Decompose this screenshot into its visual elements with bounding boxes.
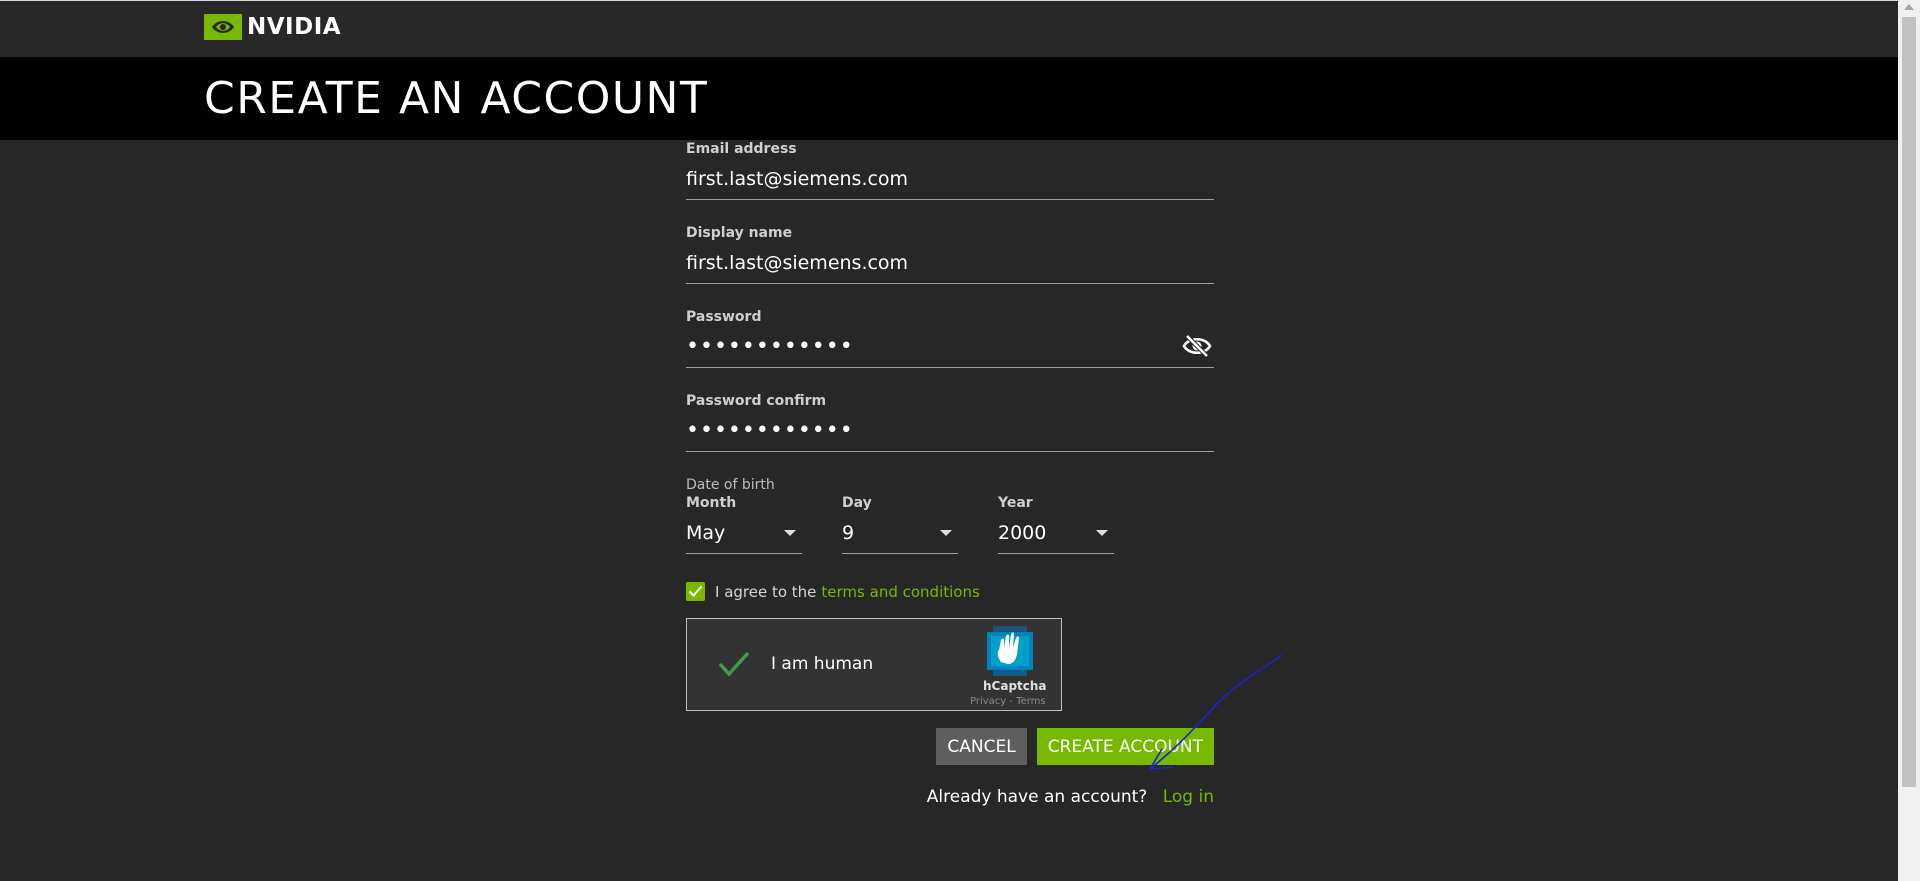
form-buttons: CANCEL CREATE ACCOUNT (686, 728, 1214, 765)
create-account-form: Email address first.last@siemens.com Dis… (686, 141, 1214, 807)
display-name-input[interactable]: first.last@siemens.com (686, 243, 1214, 284)
chevron-down-icon (784, 530, 796, 536)
top-bar: NVIDIA (0, 1, 1898, 57)
hcaptcha-privacy-terms[interactable]: Privacy - Terms (970, 696, 1046, 707)
terms-text: I agree to the (715, 582, 817, 601)
email-field: Email address first.last@siemens.com (686, 141, 1214, 200)
month-label: Month (686, 495, 737, 511)
vertical-scrollbar[interactable] (1898, 0, 1920, 881)
password-input[interactable]: •••••••••••• (686, 327, 1214, 368)
password-confirm-label: Password confirm (686, 393, 827, 409)
scrollbar-thumb[interactable] (1902, 17, 1916, 787)
dob-label: Date of birth (686, 477, 775, 493)
year-select[interactable]: 2000 (998, 513, 1114, 554)
password-confirm-input[interactable]: •••••••••••• (686, 411, 1214, 452)
create-account-button[interactable]: CREATE ACCOUNT (1036, 728, 1214, 765)
terms-agreement: I agree to the terms and conditions (686, 582, 1214, 601)
nvidia-eye-icon (204, 14, 242, 40)
password-label: Password (686, 309, 762, 325)
month-select[interactable]: May (686, 513, 802, 554)
login-row: Already have an account? Log in (686, 787, 1214, 807)
captcha-text: I am human (771, 654, 874, 674)
email-label: Email address (686, 141, 797, 157)
year-label: Year (998, 495, 1033, 511)
day-label: Day (842, 495, 872, 511)
chevron-down-icon (940, 530, 952, 536)
terms-link[interactable]: terms and conditions (821, 583, 979, 601)
chevron-down-icon (1096, 530, 1108, 536)
day-select[interactable]: 9 (842, 513, 958, 554)
page-title: CREATE AN ACCOUNT (204, 73, 709, 124)
nvidia-logo[interactable]: NVIDIA (204, 14, 341, 40)
month-value: May (686, 522, 726, 544)
scroll-up-icon[interactable] (1904, 4, 1914, 10)
year-value: 2000 (998, 522, 1047, 544)
cancel-button[interactable]: CANCEL (936, 728, 1027, 765)
dob-year: Year 2000 (998, 495, 1114, 554)
checkmark-icon (688, 585, 703, 597)
eye-slash-icon[interactable] (1182, 333, 1212, 359)
terms-checkbox[interactable] (686, 582, 705, 601)
display-name-field: Display name first.last@siemens.com (686, 225, 1214, 284)
hcaptcha-logo-icon (987, 626, 1033, 676)
checkmark-icon[interactable] (717, 649, 751, 679)
display-name-label: Display name (686, 225, 793, 241)
password-field: Password •••••••••••• (686, 309, 1214, 368)
email-input[interactable]: first.last@siemens.com (686, 159, 1214, 200)
password-confirm-field: Password confirm •••••••••••• (686, 393, 1214, 452)
hcaptcha-brand: hCaptcha (983, 679, 1047, 693)
page: NVIDIA CREATE AN ACCOUNT Email address f… (0, 0, 1898, 881)
hcaptcha-widget[interactable]: I am human hCaptcha Privacy - Terms (686, 618, 1062, 711)
login-prompt: Already have an account? (926, 787, 1148, 807)
password-value: •••••••••••• (686, 334, 854, 359)
dob-row: Month May Day 9 Year 2000 (686, 495, 1214, 554)
dob-day: Day 9 (842, 495, 958, 554)
day-value: 9 (842, 522, 855, 544)
logo-text: NVIDIA (247, 14, 342, 40)
dob-month: Month May (686, 495, 802, 554)
login-link[interactable]: Log in (1163, 787, 1214, 807)
title-band: CREATE AN ACCOUNT (0, 57, 1898, 140)
